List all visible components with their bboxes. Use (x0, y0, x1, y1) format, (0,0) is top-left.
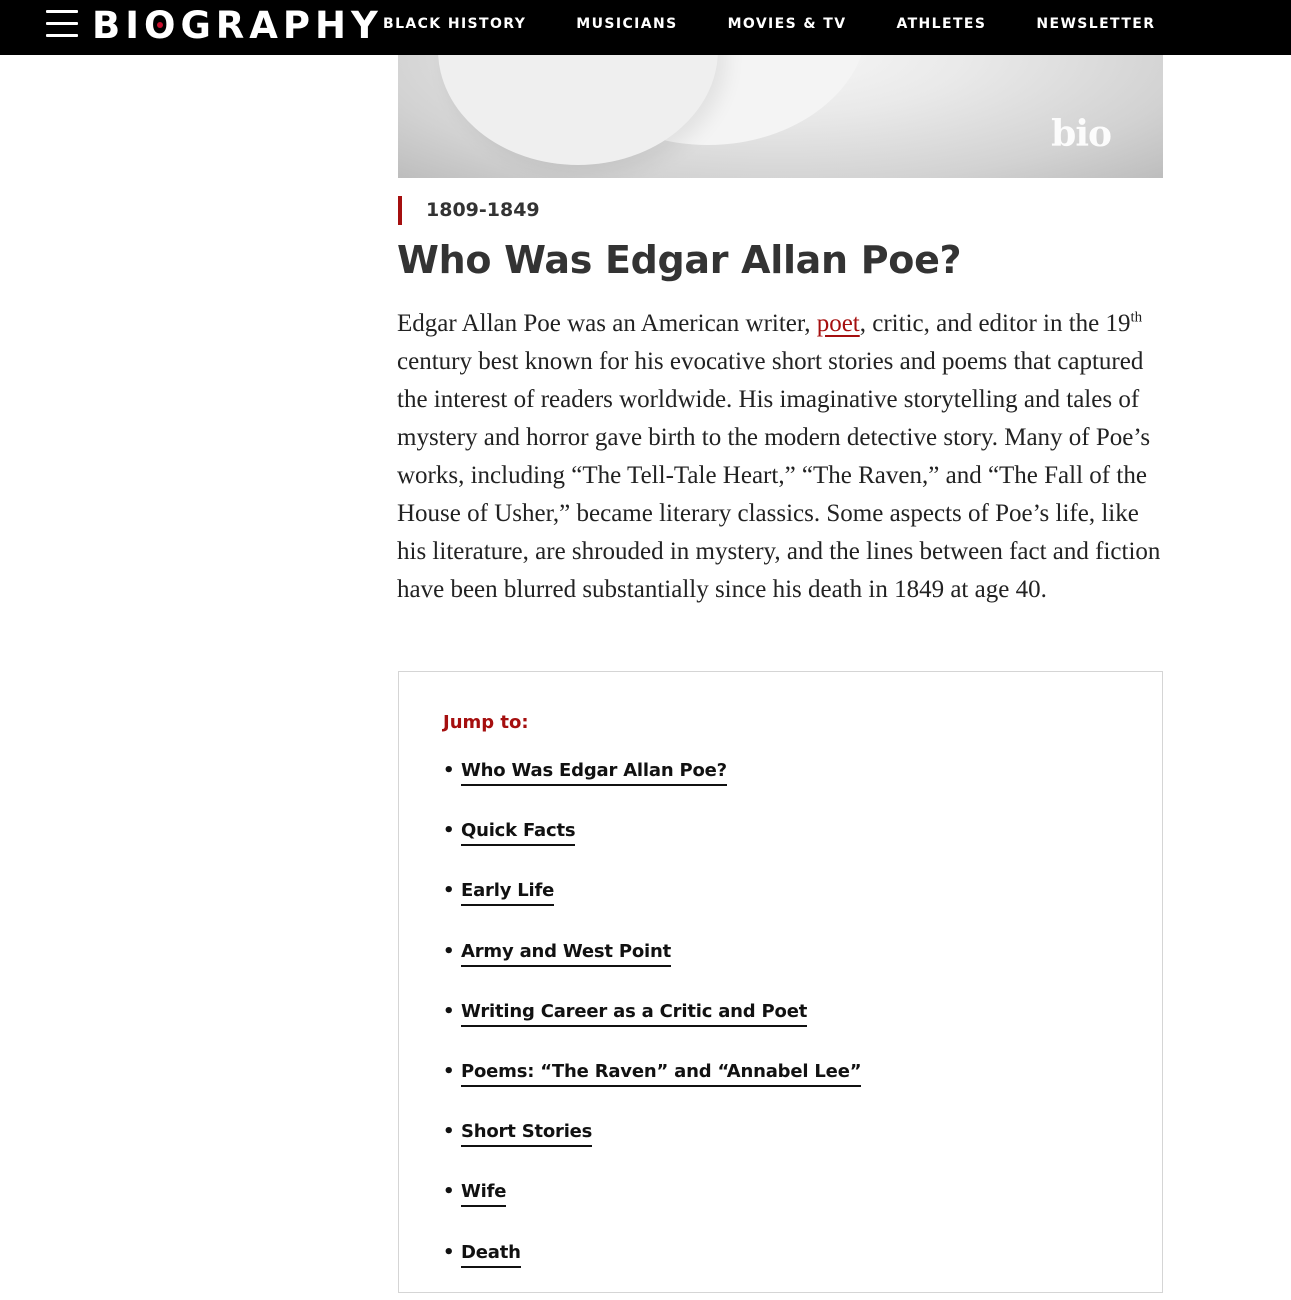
hero-shape (438, 55, 718, 165)
bullet: • (443, 1000, 455, 1022)
jump-list-item: • Who Was Edgar Allan Poe? (443, 758, 861, 818)
poet-link[interactable]: poet (817, 310, 860, 337)
nav-movies-tv[interactable]: MOVIES & TV (728, 16, 847, 32)
bullet: • (443, 1121, 455, 1143)
hero-image: bio (398, 55, 1163, 178)
nav-black-history[interactable]: BLACK HISTORY (383, 16, 526, 32)
intro-text: Edgar Allan Poe was an American writer, (397, 310, 817, 337)
jump-link-death[interactable]: Death (461, 1240, 521, 1268)
jump-list-item: • Death (443, 1240, 861, 1300)
jump-link-quick-facts[interactable]: Quick Facts (461, 818, 576, 847)
logo-letters-1: BI (92, 3, 144, 47)
jump-to-box: Jump to: • Who Was Edgar Allan Poe? • Quic… (398, 671, 1163, 1293)
jump-to-label: Jump to: (443, 712, 529, 733)
hamburger-line (46, 22, 78, 25)
ordinal-suffix: th (1130, 309, 1143, 326)
logo-letters-2: GRAPHY (180, 3, 383, 47)
jump-list-item: • Quick Facts (443, 818, 861, 878)
logo-red-dot (157, 22, 164, 28)
bullet: • (443, 880, 455, 902)
bullet: • (443, 1241, 455, 1263)
bullet: • (443, 1181, 455, 1203)
hamburger-menu-icon[interactable] (46, 10, 78, 38)
hamburger-line (46, 34, 78, 37)
life-dates: 1809-1849 (398, 196, 540, 225)
jump-link-poems[interactable]: Poems: “The Raven” and “Annabel Lee” (461, 1059, 862, 1087)
logo-letter-o: O (143, 3, 181, 47)
main-nav: BLACK HISTORY MUSICIANS MOVIES & TV ATHL… (383, 0, 1205, 48)
jump-list-item: • Early Life (443, 878, 861, 938)
nav-musicians[interactable]: MUSICIANS (576, 16, 677, 32)
jump-list-item: • Writing Career as a Critic and Poet (443, 999, 861, 1059)
bullet: • (443, 1060, 455, 1082)
intro-text: , critic, and editor in the 19 (859, 310, 1131, 337)
jump-link-writing-career[interactable]: Writing Career as a Critic and Poet (461, 999, 807, 1027)
article-title: Who Was Edgar Allan Poe? (397, 238, 962, 282)
nav-newsletter[interactable]: NEWSLETTER (1036, 16, 1155, 32)
intro-text: century best known for his evocative sho… (397, 348, 1161, 603)
bullet: • (443, 940, 455, 962)
jump-link-wife[interactable]: Wife (461, 1179, 506, 1208)
bio-watermark: bio (1051, 113, 1112, 155)
jump-link-who-was[interactable]: Who Was Edgar Allan Poe? (461, 758, 727, 786)
jump-link-short-stories[interactable]: Short Stories (461, 1119, 592, 1148)
jump-list-item: • Short Stories (443, 1119, 861, 1179)
hamburger-line (46, 10, 78, 13)
nav-athletes[interactable]: ATHLETES (896, 16, 986, 32)
jump-to-list: • Who Was Edgar Allan Poe? • Quick Facts •… (443, 758, 862, 1300)
bullet: • (443, 760, 455, 781)
jump-link-early-life[interactable]: Early Life (461, 878, 554, 907)
jump-list-item: • Army and West Point (443, 939, 861, 999)
top-nav-bar: BI O GRAPHY BLACK HISTORY MUSICIANS MOVIES… (0, 0, 1291, 55)
jump-list-item: • Poems: “The Raven” and “Annabel Lee” (443, 1059, 862, 1119)
jump-link-army-west-point[interactable]: Army and West Point (461, 939, 671, 967)
biography-logo[interactable]: BI O GRAPHY (92, 3, 383, 47)
intro-paragraph: Edgar Allan Poe was an American writer, … (397, 305, 1167, 609)
jump-list-item: • Wife (443, 1179, 861, 1239)
bullet: • (443, 820, 455, 842)
